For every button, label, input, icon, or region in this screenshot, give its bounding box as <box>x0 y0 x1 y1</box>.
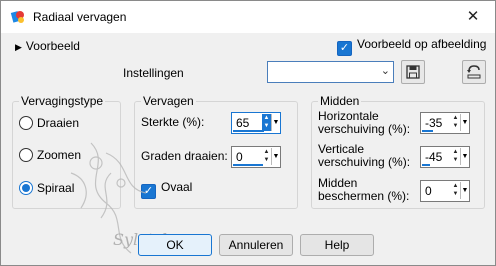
app-icon <box>10 11 24 23</box>
protect-spinner[interactable]: 0 ▲ ▼ ▼ <box>420 180 470 202</box>
spin-arrows-icon[interactable]: ▲ ▼ <box>262 114 271 131</box>
spin-arrows-icon[interactable]: ▲ ▼ <box>451 114 460 131</box>
save-preset-button[interactable] <box>401 60 425 84</box>
strength-level-bar <box>233 130 264 132</box>
radio-circle-icon <box>19 116 33 130</box>
dialog-body: ▶ Voorbeeld ✓ Voorbeeld op afbeelding Inst… <box>1 33 495 265</box>
protect-value: 0 <box>425 184 432 198</box>
settings-preset-combo[interactable]: ⌄ <box>267 61 394 83</box>
radio-selected-icon <box>19 181 33 195</box>
close-icon: ✕ <box>466 8 480 25</box>
help-button[interactable]: Help <box>300 234 374 256</box>
radio-draaien-label: Draaien <box>37 116 80 130</box>
center-title: Midden <box>318 94 362 108</box>
settings-label: Instellingen <box>123 66 184 80</box>
chevron-down-icon: ⌄ <box>380 65 390 77</box>
blur-type-title: Vervagingstype <box>19 94 106 108</box>
strength-label: Sterkte (%): <box>141 115 205 129</box>
spin-arrows-icon[interactable]: ▲ ▼ <box>451 148 460 165</box>
h-offset-value: -35 <box>425 116 443 130</box>
strength-spinner[interactable]: 65 ▲ ▼ ▼ <box>231 112 281 134</box>
window-title: Radiaal vervagen <box>33 10 127 24</box>
title-bar: Radiaal vervagen ✕ <box>1 1 495 33</box>
chevron-down-icon[interactable]: ▼ <box>271 148 280 165</box>
cancel-label: Annuleren <box>228 238 284 252</box>
h-offset-spinner[interactable]: -35 ▲ ▼ ▼ <box>420 112 470 134</box>
checkmark-icon: ✓ <box>337 41 352 56</box>
dialog-window: Radiaal vervagen ✕ ▶ Voorbeeld ✓ Voorbeeld… <box>0 0 496 266</box>
v-offset-label-2: verschuiving (%): <box>318 155 411 169</box>
ok-button[interactable]: OK <box>138 234 212 256</box>
radio-circle-icon <box>19 148 33 162</box>
center-group: Midden Horizontale verschuiving (%): -35… <box>311 94 485 209</box>
chevron-down-icon[interactable]: ▼ <box>271 114 280 131</box>
v-offset-level-bar <box>422 164 430 166</box>
preview-on-image-label: Voorbeeld op afbeelding <box>357 37 487 51</box>
reset-defaults-button[interactable] <box>462 60 486 84</box>
chevron-down-icon[interactable]: ▼ <box>460 114 469 131</box>
h-offset-label-2: verschuiving (%): <box>318 122 411 136</box>
chevron-down-icon[interactable]: ▼ <box>460 182 469 199</box>
rotation-level-bar <box>233 164 263 166</box>
rotation-spinner[interactable]: 0 ▲ ▼ ▼ <box>231 146 281 168</box>
radio-draaien[interactable]: Draaien <box>19 116 79 130</box>
expand-triangle-icon: ▶ <box>15 42 22 52</box>
reset-icon <box>467 65 481 79</box>
help-label: Help <box>324 238 350 252</box>
spin-arrows-icon[interactable]: ▲ ▼ <box>451 182 460 199</box>
strength-value: 65 <box>236 116 250 130</box>
h-offset-label: Horizontale verschuiving (%): <box>318 110 410 136</box>
cancel-button[interactable]: Annuleren <box>219 234 293 256</box>
h-offset-level-bar <box>422 130 433 132</box>
chevron-down-icon[interactable]: ▼ <box>460 148 469 165</box>
protect-label-2: beschermen (%): <box>318 189 410 203</box>
spin-arrows-icon[interactable]: ▲ ▼ <box>262 148 271 165</box>
preview-on-image-checkbox[interactable]: ✓ Voorbeeld op afbeelding <box>337 37 486 56</box>
protect-label: Midden beschermen (%): <box>318 177 409 203</box>
v-offset-spinner[interactable]: -45 ▲ ▼ ▼ <box>420 146 470 168</box>
v-offset-value: -45 <box>425 150 443 164</box>
save-icon <box>406 65 420 79</box>
preview-label: Voorbeeld <box>25 39 80 53</box>
blur-title: Vervagen <box>141 94 196 108</box>
rotation-value: 0 <box>236 150 243 164</box>
v-offset-label: Verticale verschuiving (%): <box>318 143 410 169</box>
preview-expander[interactable]: ▶ Voorbeeld <box>15 39 80 53</box>
ok-label: OK <box>166 238 184 252</box>
close-button[interactable]: ✕ <box>451 1 495 33</box>
